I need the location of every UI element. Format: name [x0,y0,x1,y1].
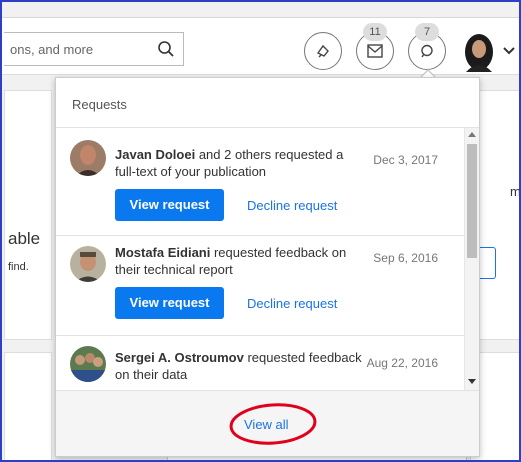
messages-button[interactable]: 11 [356,23,394,70]
requests-list: Javan Doloei and 2 others requested a fu… [56,128,479,390]
search-icon[interactable] [157,40,175,58]
background-heading-fragment: able [8,229,41,248]
requester-name-link[interactable]: Mostafa Eidiani [115,245,210,260]
envelope-icon [367,44,383,58]
request-date: Sep 6, 2016 [373,251,438,265]
requests-footer: View all [56,390,479,456]
request-date: Dec 3, 2017 [373,153,438,167]
avatar-icon [465,34,493,72]
background-card-left [4,90,52,340]
request-item: Mostafa Eidiani requested feedback on th… [56,236,464,336]
screenshot-frame: ons, and more 11 7 able find. m Requests… [0,0,521,462]
request-description: Javan Doloei and 2 others requested a fu… [115,146,365,180]
scroll-up-arrow-icon[interactable] [468,132,476,137]
requester-avatar[interactable] [70,246,106,282]
request-item: Javan Doloei and 2 others requested a fu… [56,128,464,236]
requester-avatar[interactable] [70,346,106,382]
requester-name-link[interactable]: Sergei A. Ostroumov [115,350,244,365]
background-subtext-fragment: find. [8,261,29,273]
requests-count-badge: 7 [415,23,439,41]
requests-title: Requests [72,97,127,112]
requests-header: Requests [56,78,479,128]
top-navigation-bar: ons, and more 11 7 [2,17,519,75]
request-date: Aug 22, 2016 [366,356,438,370]
decline-request-link[interactable]: Decline request [247,296,337,311]
request-description: Sergei A. Ostroumov requested feedback o… [115,349,365,383]
requester-name-link[interactable]: Javan Doloei [115,147,195,162]
search-input[interactable]: ons, and more [4,32,184,66]
chevron-down-icon[interactable] [502,46,516,56]
view-request-button[interactable]: View request [115,287,224,319]
notifications-button[interactable] [304,32,342,70]
decline-request-link[interactable]: Decline request [247,198,337,213]
view-request-button[interactable]: View request [115,189,224,221]
person-photo-icon [70,140,106,176]
requester-avatar[interactable] [70,140,106,176]
group-photo-icon [70,346,106,382]
requests-scrollbar[interactable] [464,128,479,390]
notification-icon [316,44,329,58]
request-description: Mostafa Eidiani requested feedback on th… [115,244,365,278]
scrollbar-thumb[interactable] [467,144,477,258]
user-avatar[interactable] [462,32,496,72]
speech-bubble-icon [421,44,433,58]
request-item: Sergei A. Ostroumov requested feedback o… [56,336,464,390]
person-photo-icon [70,246,106,282]
requests-dropdown: Requests Javan Doloei and 2 others reque… [55,77,480,457]
requests-button[interactable]: 7 [408,23,446,70]
background-right-text-fragment: m [510,184,521,199]
scroll-down-arrow-icon[interactable] [468,379,476,384]
messages-count-badge: 11 [363,23,387,41]
search-input-text: ons, and more [10,42,94,57]
red-annotation-circle [229,403,317,445]
background-card-left-lower [4,352,52,460]
